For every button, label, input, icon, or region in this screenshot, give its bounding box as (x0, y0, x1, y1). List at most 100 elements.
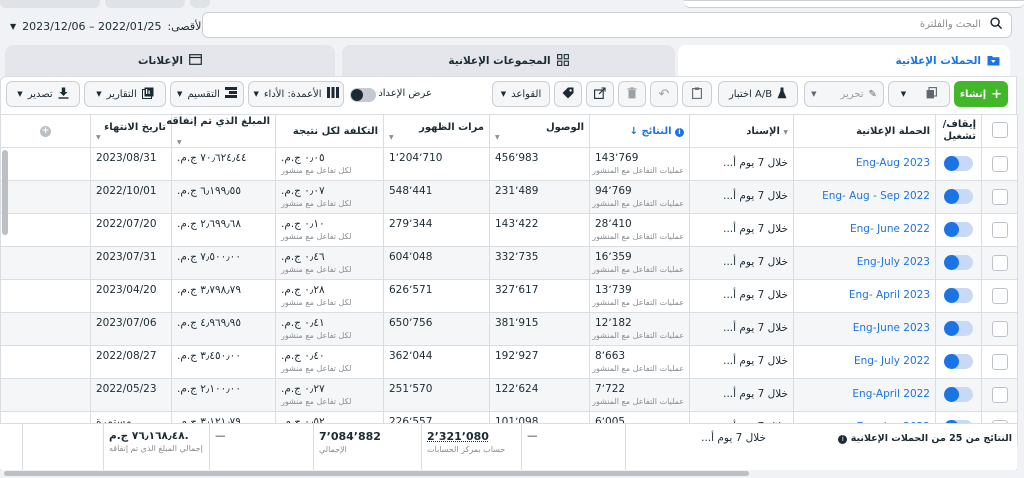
row-select-cell[interactable] (981, 213, 1018, 247)
row-checkbox[interactable] (991, 288, 1008, 304)
row-checkbox[interactable] (991, 387, 1008, 403)
export-label: تصدير (27, 88, 53, 100)
row-select-cell[interactable] (981, 345, 1018, 379)
row-select-cell[interactable] (981, 312, 1018, 346)
row-toggle-cell[interactable] (935, 246, 982, 280)
campaign-toggle[interactable] (943, 255, 973, 270)
table-row[interactable]: Eng-July 2023 خلال 7 يوم أ... 16٬359 عمليات… (0, 246, 1018, 280)
campaign-name-cell[interactable]: Eng-June 2023 (793, 312, 936, 346)
row-toggle-cell[interactable] (935, 378, 982, 412)
delete-button[interactable] (618, 81, 646, 107)
top-selector[interactable] (684, 0, 1024, 8)
reports-button[interactable]: ▼ التقارير (84, 81, 166, 107)
search-bar[interactable]: البحث والفلترة (202, 12, 1012, 38)
date-range-picker[interactable]: ▼ 2023/12/06 – 2022/01/25 الحد الأقصى: (10, 14, 227, 38)
header-amount-spent[interactable]: المبلغ الذي تم إنفاقه ▼ (166, 114, 276, 148)
campaign-link[interactable]: Eng-Aug 2023 (799, 149, 930, 169)
clipboard-button[interactable] (682, 81, 712, 107)
row-checkbox[interactable] (991, 156, 1008, 172)
tab-campaigns[interactable]: الحملات الإعلانية (678, 45, 1010, 77)
create-button[interactable]: إنشاء + (954, 81, 1008, 107)
row-select-cell[interactable] (981, 246, 1018, 280)
campaign-link[interactable]: Eng-June 2023 (799, 314, 930, 334)
table-row[interactable]: Eng- June 2022 خلال 7 يوم أ... 28٬410 عمليا… (0, 213, 1018, 247)
table-row[interactable]: Eng-Aug 2023 خلال 7 يوم أ... 143٬769 عمليات… (0, 147, 1018, 181)
tab-ad-sets[interactable]: المجموعات الإعلانية (342, 45, 675, 77)
row-toggle-cell[interactable] (935, 312, 982, 346)
results-cell: 16٬359 عمليات التفاعل مع المنشور (589, 246, 690, 280)
campaign-name-cell[interactable]: Eng- April 2023 (793, 279, 936, 313)
campaign-name-cell[interactable]: Eng- June 2022 (793, 213, 936, 247)
campaign-toggle[interactable] (943, 288, 973, 303)
header-cost-per-result[interactable]: التكلفة لكل نتيجة (275, 114, 384, 148)
tag-button[interactable] (554, 81, 582, 107)
campaign-link[interactable]: Eng- Aug - Sep 2022 (799, 182, 930, 202)
header-impressions[interactable]: مرات الظهور ▼ (383, 114, 490, 148)
row-select-cell[interactable] (981, 378, 1018, 412)
campaign-name-cell[interactable]: Eng- Aug - Sep 2022 (793, 180, 936, 214)
breakdown-button[interactable]: ▼ التقسيم (170, 81, 244, 107)
add-column-icon[interactable]: + (40, 126, 51, 137)
campaign-link[interactable]: Eng- June 2022 (799, 215, 930, 235)
campaign-name-cell[interactable]: Eng-Aug 2023 (793, 147, 936, 181)
header-add-column[interactable]: + (0, 114, 91, 148)
row-checkbox[interactable] (991, 189, 1008, 205)
undo-button[interactable]: ↶ (650, 81, 678, 107)
export-button[interactable]: ▼ تصدير (6, 81, 80, 107)
duplicate-menu-button[interactable]: ▼ (888, 81, 950, 107)
row-select-cell[interactable] (981, 147, 1018, 181)
row-toggle-cell[interactable] (935, 180, 982, 214)
row-checkbox[interactable] (991, 255, 1008, 271)
table-row[interactable]: Eng- July 2022 خلال 7 يوم أ... 8٬663 عمليات… (0, 345, 1018, 379)
export-rule-button[interactable] (586, 81, 614, 107)
campaign-link[interactable]: Eng- July 2022 (799, 347, 930, 367)
header-reach[interactable]: الوصول ▼ (489, 114, 590, 148)
rules-button[interactable]: ▼ القواعد (492, 81, 550, 107)
row-checkbox[interactable] (991, 222, 1008, 238)
row-select-cell[interactable] (981, 180, 1018, 214)
campaign-link[interactable]: Eng- April 2023 (799, 281, 930, 301)
campaign-link[interactable]: Eng-July 2023 (799, 248, 930, 268)
campaign-toggle[interactable] (943, 156, 973, 171)
table-row[interactable]: Eng- April 2023 خلال 7 يوم أ... 13٬739 عملي… (0, 279, 1018, 313)
reach-cell: 143٬422 (489, 213, 590, 247)
row-checkbox[interactable] (991, 321, 1008, 337)
header-delivery[interactable]: ▼ الإسناد (689, 114, 794, 148)
campaign-link[interactable]: Eng-April 2022 (799, 380, 930, 400)
row-toggle-cell[interactable] (935, 279, 982, 313)
select-all-cell[interactable] (981, 114, 1018, 148)
row-checkbox[interactable] (991, 354, 1008, 370)
campaign-toggle[interactable] (943, 387, 973, 402)
edit-button[interactable]: ▼ تحرير ✎ (804, 81, 884, 107)
campaign-toggle[interactable] (943, 222, 973, 237)
ab-test-button[interactable]: اختبار A/B (718, 81, 798, 107)
header-results[interactable]: i النتائج ↓ (589, 114, 690, 148)
table-row[interactable]: Eng-April 2022 خلال 7 يوم أ... 7٬722 عمليات… (0, 378, 1018, 412)
row-toggle-cell[interactable] (935, 147, 982, 181)
row-toggle-cell[interactable] (935, 213, 982, 247)
campaign-toggle[interactable] (943, 354, 973, 369)
header-toggle[interactable]: إيقاف/ تشغيل (935, 114, 982, 148)
switch-knob (943, 321, 959, 336)
chevron-down-icon: ▼ (811, 90, 817, 98)
horizontal-scrollbar[interactable] (0, 470, 1017, 478)
row-select-cell[interactable] (981, 279, 1018, 313)
report-icon (141, 87, 154, 102)
row-toggle-cell[interactable] (935, 345, 982, 379)
columns-button[interactable]: ▼ الأعمدة: الأداء (248, 81, 344, 107)
scroll-thumb[interactable] (4, 471, 749, 476)
select-all-checkbox[interactable] (991, 121, 1008, 138)
table-row[interactable]: Eng- Aug - Sep 2022 خلال 7 يوم أ... 94٬769… (0, 180, 1018, 214)
table-row[interactable]: Eng-June 2023 خلال 7 يوم أ... 12٬182 عمليات… (0, 312, 1018, 346)
tab-ads[interactable]: الإعلانات (5, 45, 335, 77)
campaign-name-cell[interactable]: Eng-April 2022 (793, 378, 936, 412)
campaign-toggle[interactable] (943, 321, 973, 336)
campaign-name-cell[interactable]: Eng-July 2023 (793, 246, 936, 280)
header-campaign[interactable]: الحملة الإعلانية (793, 114, 936, 148)
campaign-toggle[interactable] (943, 189, 973, 204)
vertical-scrollbar[interactable] (2, 150, 8, 235)
campaign-name-cell[interactable]: Eng- July 2022 (793, 345, 936, 379)
view-setup-toggle[interactable]: عرض الإعداد (350, 87, 440, 103)
view-setup-switch[interactable] (350, 88, 376, 102)
header-end-date[interactable]: تاريخ الانتهاء ▼ (90, 114, 172, 148)
